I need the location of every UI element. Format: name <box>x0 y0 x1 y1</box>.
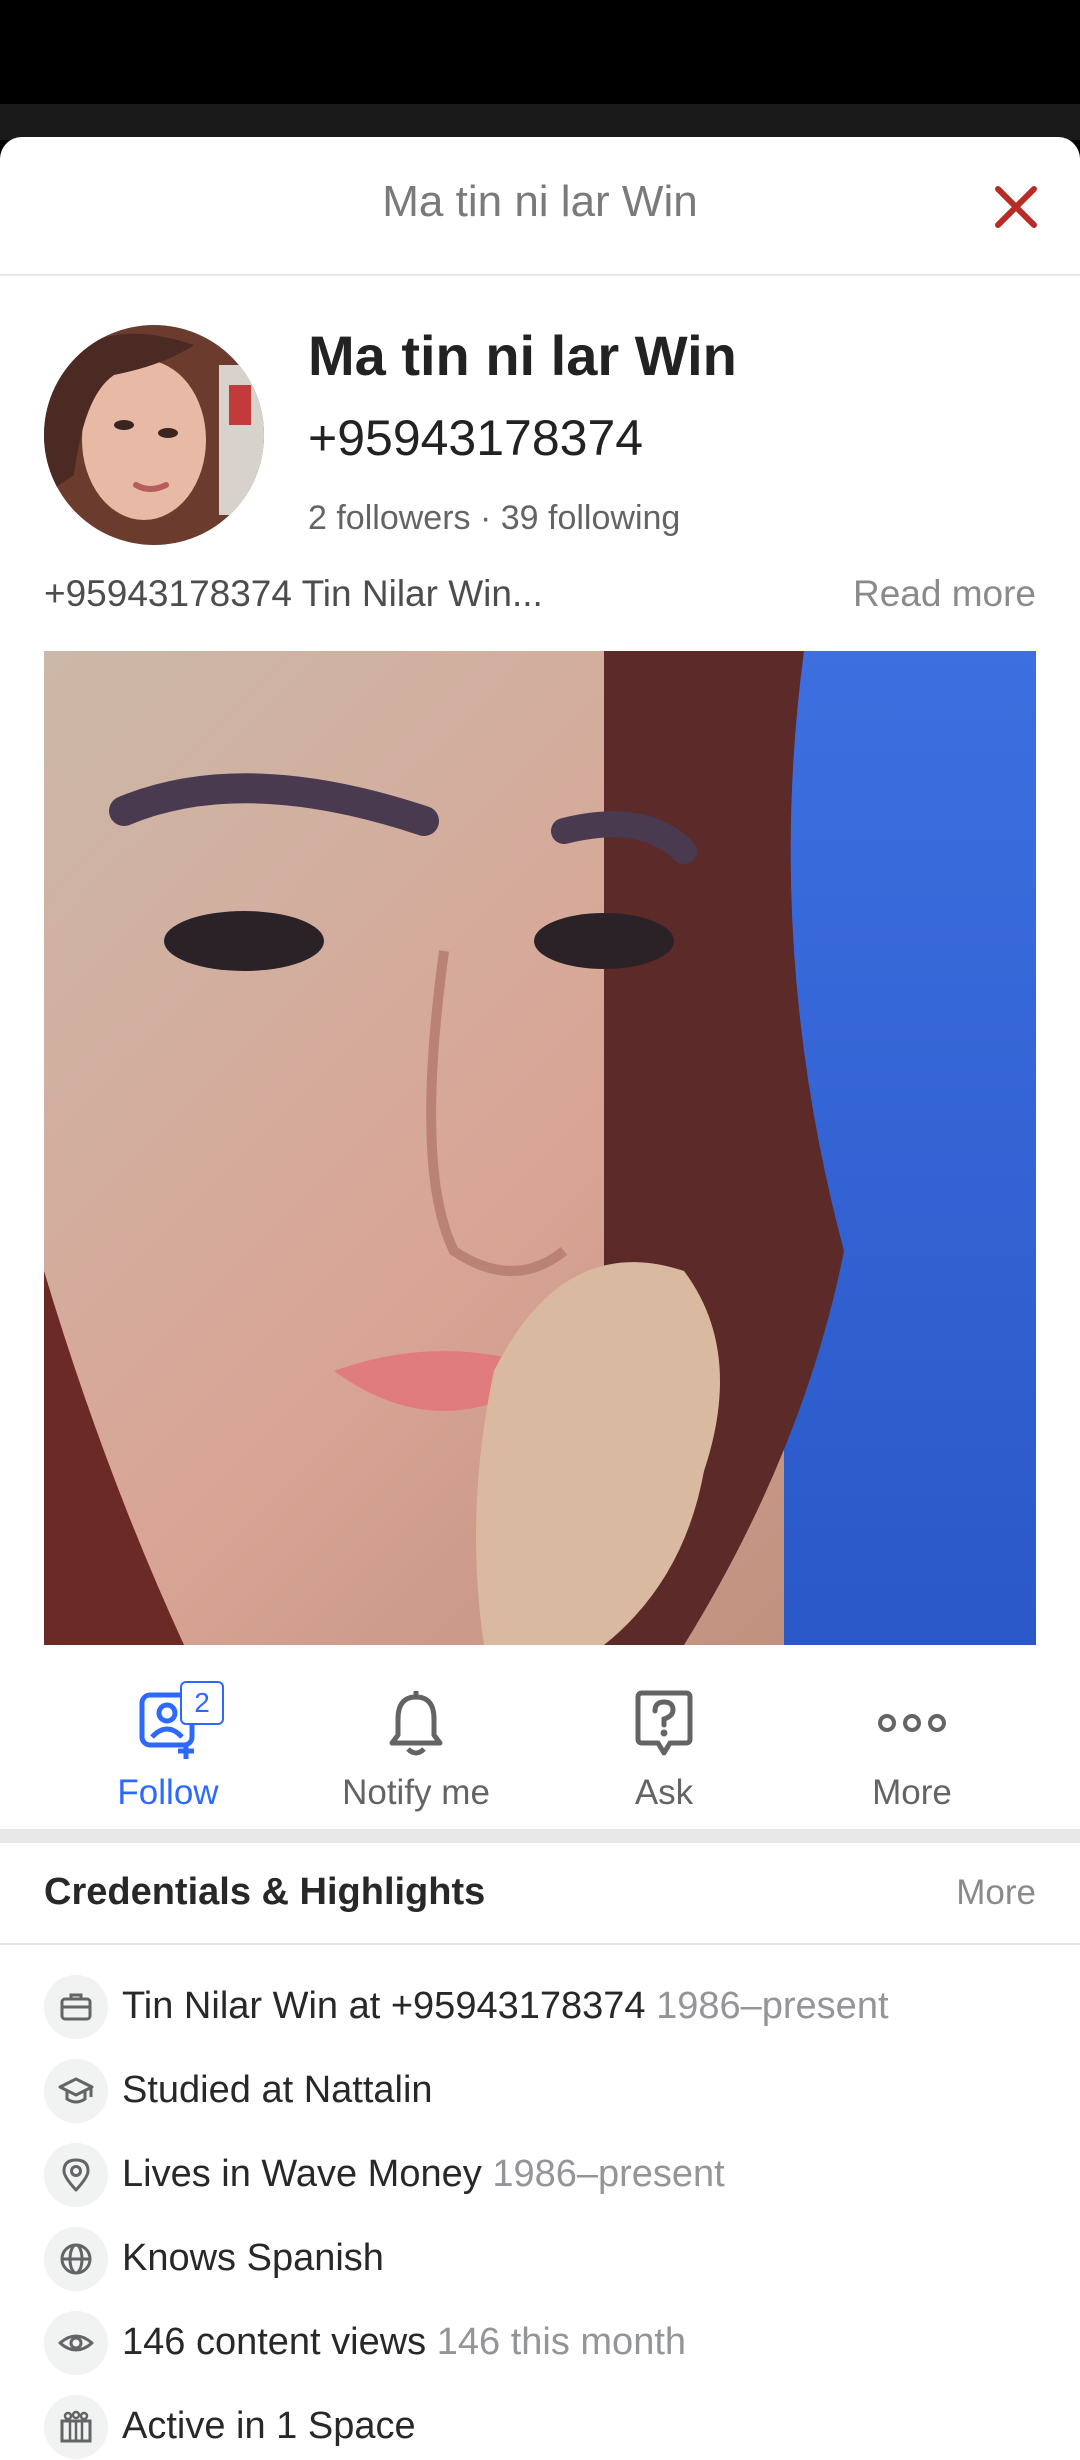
eye-icon <box>44 2311 108 2375</box>
read-more-link[interactable]: Read more <box>853 573 1036 615</box>
spaces-icon <box>44 2395 108 2459</box>
credential-item-spaces[interactable]: Active in 1 Space <box>44 2395 1044 2460</box>
section-divider <box>0 1829 1080 1843</box>
follow-count-badge: 2 <box>180 1681 224 1725</box>
avatar-image <box>44 325 264 545</box>
credential-item-education[interactable]: Studied at Nattalin <box>44 2059 1044 2125</box>
credential-subtext: 1986–present <box>492 2153 725 2195</box>
sheet-header: Ma tin ni lar Win <box>0 137 1080 276</box>
credential-item-location[interactable]: Lives in Wave Money 1986–present <box>44 2143 1044 2209</box>
followers-count[interactable]: 2 followers <box>308 499 471 537</box>
location-pin-icon <box>44 2143 108 2207</box>
avatar[interactable] <box>44 325 264 545</box>
profile-name: Ma tin ni lar Win <box>308 324 737 387</box>
credential-item-language[interactable]: Knows Spanish <box>44 2227 1044 2293</box>
credential-subtext: 1986–present <box>656 1985 889 2027</box>
credential-item-views[interactable]: 146 content views 146 this month <box>44 2311 1044 2377</box>
more-label: More <box>872 1773 952 1812</box>
credential-text: Knows Spanish <box>122 2237 384 2279</box>
more-dots-icon <box>878 1714 946 1732</box>
profile-actions: 2 Follow Notify me Ask More <box>0 1677 1080 1827</box>
notify-me-label: Notify me <box>342 1773 490 1812</box>
close-button[interactable] <box>988 179 1044 235</box>
credential-text: Lives in Wave Money <box>122 2153 482 2195</box>
follow-button[interactable]: 2 Follow <box>48 1677 288 1827</box>
globe-icon <box>44 2227 108 2291</box>
more-button[interactable]: More <box>792 1677 1032 1827</box>
background-layer <box>0 104 1080 140</box>
ask-label: Ask <box>634 1773 694 1812</box>
profile-sheet: Ma tin ni lar Win Ma tin ni lar Win +959… <box>0 137 1080 2460</box>
bell-icon <box>389 1691 443 1756</box>
credential-subtext: 146 this month <box>436 2321 687 2363</box>
follow-label: Follow <box>117 1773 219 1812</box>
credentials-more-link[interactable]: More <box>956 1873 1036 1913</box>
question-icon <box>635 1690 693 1756</box>
credential-text: Tin Nilar Win at +95943178374 <box>122 1985 646 2027</box>
credential-text: 146 content views <box>122 2321 427 2363</box>
credential-text: Active in 1 Space <box>122 2405 416 2447</box>
profile-photo-image <box>44 651 1036 1645</box>
stats-separator: · <box>479 499 492 537</box>
header-title: Ma tin ni lar Win <box>382 177 698 226</box>
following-count[interactable]: 39 following <box>501 499 681 537</box>
profile-credential: +95943178374 <box>308 410 644 466</box>
profile-photo[interactable] <box>44 651 1036 1645</box>
status-bar <box>0 0 1080 104</box>
credential-item-employment[interactable]: Tin Nilar Win at +95943178374 1986–prese… <box>44 1975 1044 2041</box>
ask-button[interactable]: Ask <box>544 1677 784 1827</box>
close-icon <box>995 186 1037 228</box>
follow-stats: 2 followers · 39 following <box>308 499 680 538</box>
profile-bio: +95943178374 Tin Nilar Win... <box>44 573 543 614</box>
credentials-title: Credentials & Highlights <box>44 1871 486 1913</box>
credential-text: Studied at Nattalin <box>122 2069 433 2111</box>
graduation-cap-icon <box>44 2059 108 2123</box>
credentials-header: Credentials & Highlights More <box>0 1843 1080 1945</box>
notify-me-button[interactable]: Notify me <box>296 1677 536 1827</box>
briefcase-icon <box>44 1975 108 2039</box>
